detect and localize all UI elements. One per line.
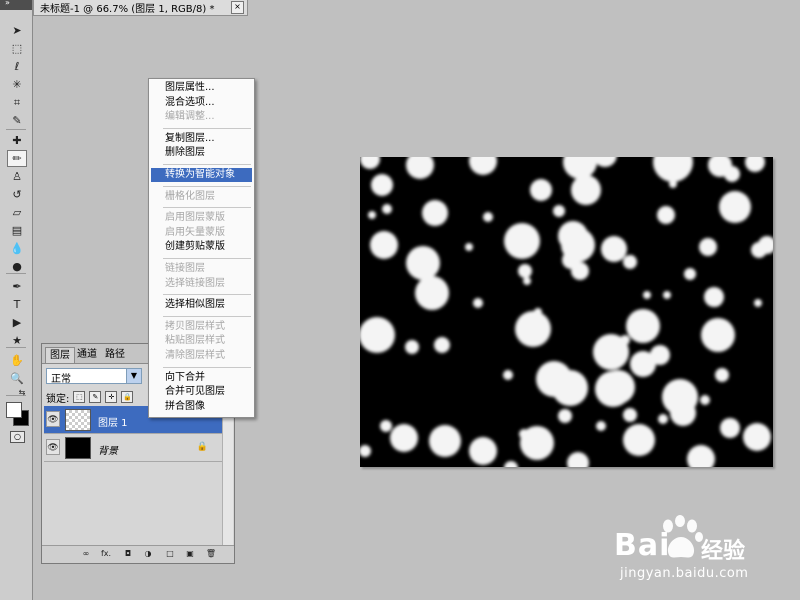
- baidu-jingyan-watermark: Bai 经验 jingyan.baidu.com: [600, 515, 790, 590]
- eyedropper-tool-icon[interactable]: ✎: [7, 112, 27, 129]
- menu-item[interactable]: 拼合图像: [151, 400, 252, 414]
- chevron-down-icon[interactable]: ▼: [126, 369, 141, 383]
- menu-item[interactable]: 图层属性...: [151, 81, 252, 95]
- path-selection-tool-icon[interactable]: ▶: [7, 314, 27, 331]
- bokeh-artwork: [360, 157, 773, 467]
- blend-mode-select[interactable]: 正常 ▼: [46, 368, 142, 385]
- lock-position-icon[interactable]: ✛: [105, 391, 118, 403]
- tab-paths[interactable]: 路径: [101, 347, 129, 363]
- layer-row-background[interactable]: 👁 背景 🔒: [44, 434, 232, 462]
- visibility-eye-icon[interactable]: 👁: [46, 439, 60, 455]
- menu-separator: [163, 185, 251, 187]
- lock-transparency-icon[interactable]: ⬚: [73, 391, 86, 403]
- zoom-tool-icon[interactable]: 🔍: [7, 370, 27, 387]
- lock-row: 锁定: ⬚ ✎ ✛ 🔒: [46, 390, 134, 405]
- menu-item[interactable]: 向下合并: [151, 371, 252, 385]
- layers-scrollbar[interactable]: [222, 406, 233, 546]
- menu-separator: [163, 294, 251, 296]
- blur-tool-icon[interactable]: 💧: [7, 240, 27, 257]
- document-tab[interactable]: 未标题-1 @ 66.7% (图层 1, RGB/8) * ×: [33, 0, 248, 16]
- lock-all-icon[interactable]: 🔒: [121, 391, 134, 403]
- menu-item[interactable]: 转换为智能对象: [151, 168, 252, 182]
- crop-tool-icon[interactable]: ⌗: [7, 94, 27, 111]
- type-tool-icon[interactable]: T: [7, 296, 27, 313]
- watermark-brand: Bai: [614, 528, 671, 563]
- menu-item: 启用矢量蒙版: [165, 226, 225, 238]
- tab-channels[interactable]: 通道: [73, 347, 101, 363]
- menu-item: 启用图层蒙版: [165, 212, 225, 224]
- menu-item[interactable]: 混合选项...: [151, 96, 252, 110]
- menu-item: 拷贝图层样式: [165, 320, 225, 332]
- menu-item: 编辑调整...: [165, 111, 215, 123]
- quick-mask-icon[interactable]: ○: [10, 431, 25, 443]
- menu-item: 链接图层: [165, 263, 205, 274]
- menu-separator: [163, 207, 251, 209]
- blend-mode-value: 正常: [51, 374, 71, 385]
- foreground-color-swatch[interactable]: [6, 402, 22, 418]
- menu-item[interactable]: 合并可见图层: [151, 385, 252, 399]
- layer-lock-icon: 🔒: [196, 442, 208, 452]
- menu-separator: [163, 366, 251, 368]
- brush-tool-icon[interactable]: ✏: [7, 150, 27, 167]
- menu-item: 栅格化图层: [165, 190, 215, 202]
- marquee-tool-icon[interactable]: ⬚: [7, 40, 27, 57]
- menu-separator: [163, 315, 251, 317]
- layer-name: 图层 1: [98, 418, 128, 429]
- collapse-icon[interactable]: »: [5, 0, 10, 7]
- layer-thumbnail: [65, 409, 91, 431]
- menu-item: 粘贴图层样式: [165, 335, 225, 347]
- magic-wand-tool-icon[interactable]: ✳: [7, 76, 27, 93]
- menu-separator: [163, 164, 251, 165]
- menu-item[interactable]: 选择相似图层: [151, 298, 252, 312]
- panel-footer: ∞ fx. ◘ ◑ □ ▣ 🗑: [42, 545, 234, 563]
- move-tool-icon[interactable]: ➤: [7, 22, 27, 39]
- pen-tool-icon[interactable]: ✒: [7, 278, 27, 295]
- clone-stamp-tool-icon[interactable]: ♙: [7, 168, 27, 185]
- layer-style-icon[interactable]: fx.: [100, 549, 112, 559]
- tools-panel-grip[interactable]: »: [0, 0, 32, 10]
- add-mask-icon[interactable]: ◘: [122, 549, 134, 559]
- layer-context-menu: 图层属性... 混合选项... 编辑调整... 复制图层... 删除图层转换为智能对象栅…: [148, 78, 255, 418]
- toolbar-divider: [6, 129, 26, 130]
- link-layers-icon[interactable]: ∞: [80, 549, 92, 559]
- visibility-eye-icon[interactable]: 👁: [46, 411, 60, 427]
- watermark-brand-cn: 经验: [701, 539, 746, 564]
- menu-item: 选择链接图层: [165, 277, 225, 289]
- menu-separator: [163, 258, 251, 259]
- toolbar-divider: [6, 347, 26, 348]
- layer-name: 背景: [98, 446, 118, 457]
- swap-colors-icon[interactable]: ⇆: [16, 388, 28, 398]
- lock-label: 锁定:: [46, 393, 70, 405]
- document-title: 未标题-1 @ 66.7% (图层 1, RGB/8) *: [40, 4, 215, 15]
- new-group-icon[interactable]: □: [164, 549, 176, 559]
- tab-layers[interactable]: 图层: [45, 347, 75, 363]
- gradient-tool-icon[interactable]: ▤: [7, 222, 27, 239]
- menu-item[interactable]: 复制图层...: [151, 132, 252, 146]
- menu-item[interactable]: 删除图层: [151, 146, 252, 160]
- document-canvas[interactable]: [360, 157, 773, 467]
- eraser-tool-icon[interactable]: ▱: [7, 204, 27, 221]
- toolbar-divider: [6, 273, 26, 274]
- trash-icon[interactable]: 🗑: [205, 549, 217, 559]
- layer-thumbnail: [65, 437, 91, 459]
- healing-brush-tool-icon[interactable]: ✚: [7, 132, 27, 149]
- lock-image-icon[interactable]: ✎: [89, 391, 102, 403]
- close-document-icon[interactable]: ×: [231, 1, 244, 14]
- new-layer-icon[interactable]: ▣: [184, 549, 196, 559]
- menu-separator: [163, 127, 251, 129]
- adjustment-layer-icon[interactable]: ◑: [142, 549, 154, 559]
- watermark-url: jingyan.baidu.com: [620, 566, 749, 581]
- history-brush-tool-icon[interactable]: ↺: [7, 186, 27, 203]
- menu-item[interactable]: 创建剪贴蒙版: [151, 240, 252, 254]
- tools-panel: » ➤ ⬚ ℓ ✳ ⌗ ✎ ✚ ✏ ♙ ↺ ▱ ▤ 💧 ● ✒ T ▶ ★ ✋ 🔍 ⇆ ○: [0, 0, 33, 600]
- menu-item: 清除图层样式: [165, 350, 225, 361]
- lasso-tool-icon[interactable]: ℓ: [7, 58, 27, 75]
- hand-tool-icon[interactable]: ✋: [7, 352, 27, 369]
